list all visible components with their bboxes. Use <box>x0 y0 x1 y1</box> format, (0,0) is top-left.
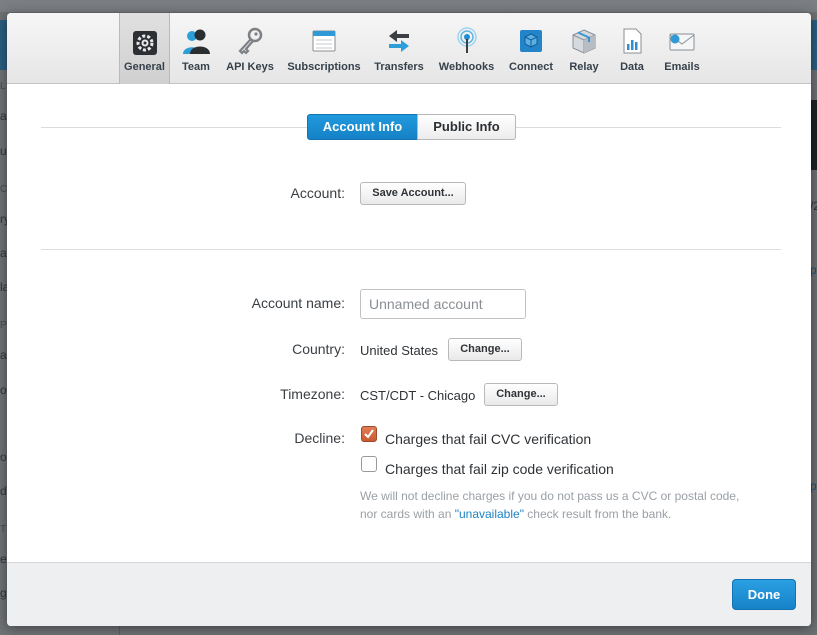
toolbar-item-subscriptions[interactable]: Subscriptions <box>284 19 364 83</box>
background-right-text: p <box>810 479 817 493</box>
toolbar-item-api-keys[interactable]: API Keys <box>221 19 279 83</box>
checkmark-icon <box>364 429 374 439</box>
toolbar-item-webhooks[interactable]: Webhooks <box>435 19 498 83</box>
toolbar-item-transfers[interactable]: Transfers <box>371 19 427 83</box>
country-label: Country: <box>292 341 345 357</box>
toolbar-item-label: Webhooks <box>438 61 495 73</box>
key-icon <box>238 27 263 55</box>
timezone-label: Timezone: <box>280 386 345 402</box>
toolbar-item-connect[interactable]: Connect <box>505 19 557 83</box>
gear-icon <box>132 31 157 55</box>
change-country-button[interactable]: Change... <box>448 338 522 361</box>
account-label: Account: <box>290 185 345 201</box>
cvc-checkbox-label[interactable]: Charges that fail CVC verification <box>385 431 591 447</box>
tab-account-info[interactable]: Account Info <box>307 114 418 140</box>
toolbar-item-label: Relay <box>569 61 599 73</box>
account-name-field[interactable]: Unnamed account <box>360 289 526 319</box>
timezone-value: CST/CDT - Chicago <box>360 388 476 403</box>
toolbar-item-label: Team <box>182 61 210 73</box>
background-right-text: p <box>810 263 817 277</box>
country-value: United States <box>360 343 439 358</box>
background-topbar <box>0 0 817 12</box>
dialog-footer <box>7 562 811 626</box>
toolbar-item-label: Emails <box>664 61 700 73</box>
help-text-prefix: nor cards with an <box>360 507 455 521</box>
cube-icon <box>520 30 542 52</box>
save-account-button[interactable]: Save Account... <box>360 182 466 205</box>
document-chart-icon <box>623 28 642 54</box>
settings-dialog: General Team API Keys Subscriptions Tran… <box>7 13 811 626</box>
background-right-text: /2 <box>810 199 817 213</box>
account-name-label: Account name: <box>251 295 345 311</box>
toolbar-item-team[interactable]: Team <box>172 19 220 83</box>
decline-help-text: nor cards with an "unavailable" check re… <box>360 507 671 521</box>
divider <box>516 127 781 128</box>
decline-help-text: We will not decline charges if you do no… <box>360 489 740 503</box>
tab-public-info[interactable]: Public Info <box>417 114 516 140</box>
toolbar-item-label: Data <box>620 61 644 73</box>
toolbar-item-label: API Keys <box>226 61 274 73</box>
box-icon <box>572 29 596 54</box>
background-sidebar-text: L <box>0 81 6 92</box>
toolbar-item-emails[interactable]: Emails <box>658 19 706 83</box>
toolbar-item-label: Transfers <box>374 61 424 73</box>
cvc-checkbox[interactable] <box>361 426 377 442</box>
toolbar-item-label: General <box>124 61 165 73</box>
zip-checkbox-label[interactable]: Charges that fail zip code verification <box>385 461 614 477</box>
divider <box>41 249 781 250</box>
background-dark-panel <box>811 100 817 170</box>
done-button[interactable]: Done <box>732 579 796 610</box>
unavailable-link[interactable]: "unavailable" <box>455 507 524 521</box>
toolbar-item-relay[interactable]: Relay <box>563 19 605 83</box>
toolbar-item-data[interactable]: Data <box>612 19 652 83</box>
divider <box>41 127 307 128</box>
change-timezone-button[interactable]: Change... <box>484 383 558 406</box>
team-icon <box>183 29 210 54</box>
calendar-window-icon <box>312 30 336 52</box>
toolbar-item-general[interactable]: General <box>119 13 170 84</box>
decline-label: Decline: <box>294 430 345 446</box>
zip-checkbox[interactable] <box>361 456 377 472</box>
toolbar-item-label: Subscriptions <box>287 61 361 73</box>
settings-toolbar: General Team API Keys Subscriptions Tran… <box>7 13 811 84</box>
help-text-suffix: check result from the bank. <box>523 507 672 521</box>
envelope-icon <box>669 33 695 51</box>
broadcast-icon <box>456 27 477 53</box>
arrows-exchange-icon <box>389 30 409 52</box>
toolbar-item-label: Connect <box>509 61 553 73</box>
